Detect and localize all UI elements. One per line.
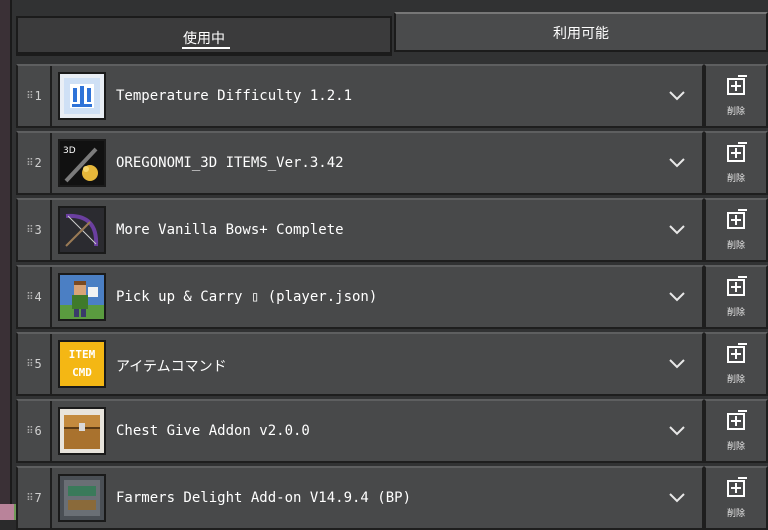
item-cmd-icon: ITEM CMD bbox=[58, 340, 106, 388]
list-item: ⠿ 5 ITEM CMD アイテムコマンド 削除 bbox=[16, 332, 768, 396]
drag-handle[interactable]: ⠿ 6 bbox=[18, 401, 52, 461]
pack-title: More Vanilla Bows+ Complete bbox=[116, 222, 344, 238]
drag-dots-icon: ⠿ bbox=[26, 358, 33, 370]
remove-label: 削除 bbox=[726, 375, 745, 385]
pack-row[interactable]: ⠿ 2 3D OREGONOMI_3D ITEMS_Ver.3.42 bbox=[16, 131, 704, 195]
drag-dots-icon: ⠿ bbox=[26, 90, 33, 102]
drag-handle[interactable]: ⠿ 3 bbox=[18, 200, 52, 260]
tab-available-label: 利用可能 bbox=[553, 26, 609, 42]
remove-button[interactable]: 削除 bbox=[704, 332, 768, 396]
remove-icon bbox=[727, 209, 747, 229]
chevron-down-icon[interactable] bbox=[668, 287, 686, 305]
drag-handle[interactable]: ⠿ 5 bbox=[18, 334, 52, 394]
remove-label: 削除 bbox=[726, 509, 745, 519]
pack-index: 2 bbox=[34, 156, 42, 170]
drag-handle[interactable]: ⠿ 7 bbox=[18, 468, 52, 528]
drag-dots-icon: ⠿ bbox=[26, 224, 33, 236]
bow-icon bbox=[58, 206, 106, 254]
pack-row[interactable]: ⠿ 7 Farmers Delight Add-on V14.9.4 (BP) bbox=[16, 466, 704, 530]
chevron-down-icon[interactable] bbox=[668, 220, 686, 238]
drag-dots-icon: ⠿ bbox=[26, 291, 33, 303]
chevron-down-icon[interactable] bbox=[668, 488, 686, 506]
tab-underline bbox=[182, 47, 230, 49]
pack-title: Pick up & Carry ▯ (player.json) bbox=[116, 289, 378, 305]
remove-label: 削除 bbox=[726, 174, 745, 184]
sword-icon: 3D bbox=[58, 139, 106, 187]
drag-handle[interactable]: ⠿ 1 bbox=[18, 66, 52, 126]
list-item: ⠿ 1 Temperature Difficulty 1.2.1 削除 bbox=[16, 64, 768, 128]
remove-button[interactable]: 削除 bbox=[704, 265, 768, 329]
chevron-down-icon[interactable] bbox=[668, 421, 686, 439]
pack-index: 5 bbox=[34, 357, 42, 371]
drag-handle[interactable]: ⠿ 4 bbox=[18, 267, 52, 327]
remove-label: 削除 bbox=[726, 107, 745, 117]
remove-icon bbox=[727, 343, 747, 363]
tab-available[interactable]: 利用可能 bbox=[394, 12, 768, 52]
remove-button[interactable]: 削除 bbox=[704, 466, 768, 530]
pack-row[interactable]: ⠿ 4 Pick up & Carry ▯ (player.json) bbox=[16, 265, 704, 329]
list-item: ⠿ 6 Chest Give Addon v2.0.0 削除 bbox=[16, 399, 768, 463]
remove-button[interactable]: 削除 bbox=[704, 198, 768, 262]
drag-dots-icon: ⠿ bbox=[26, 157, 33, 169]
pack-row[interactable]: ⠿ 6 Chest Give Addon v2.0.0 bbox=[16, 399, 704, 463]
remove-label: 削除 bbox=[726, 308, 745, 318]
list-item: ⠿ 2 3D OREGONOMI_3D ITEMS_Ver.3.42 削除 bbox=[16, 131, 768, 195]
remove-button[interactable]: 削除 bbox=[704, 399, 768, 463]
pack-index: 6 bbox=[34, 424, 42, 438]
farm-icon bbox=[58, 474, 106, 522]
pack-index: 4 bbox=[34, 290, 42, 304]
remove-label: 削除 bbox=[726, 442, 745, 452]
pack-title: OREGONOMI_3D ITEMS_Ver.3.42 bbox=[116, 155, 344, 171]
remove-icon bbox=[727, 410, 747, 430]
chest-icon bbox=[58, 407, 106, 455]
remove-label: 削除 bbox=[726, 241, 745, 251]
drag-dots-icon: ⠿ bbox=[26, 492, 33, 504]
drag-dots-icon: ⠿ bbox=[26, 425, 33, 437]
remove-icon bbox=[727, 142, 747, 162]
chevron-down-icon[interactable] bbox=[668, 354, 686, 372]
tab-in-use[interactable]: 使用中 bbox=[16, 16, 392, 56]
pack-index: 3 bbox=[34, 223, 42, 237]
pack-row[interactable]: ⠿ 3 More Vanilla Bows+ Complete bbox=[16, 198, 704, 262]
chevron-down-icon[interactable] bbox=[668, 86, 686, 104]
tab-in-use-label: 使用中 bbox=[183, 31, 225, 47]
remove-button[interactable]: 削除 bbox=[704, 64, 768, 128]
list-item: ⠿ 7 Farmers Delight Add-on V14.9.4 (BP) … bbox=[16, 466, 768, 530]
thumb-badge-line2: CMD bbox=[72, 366, 92, 379]
pack-index: 7 bbox=[34, 491, 42, 505]
character-icon bbox=[58, 273, 106, 321]
temperature-icon bbox=[58, 72, 106, 120]
pack-row[interactable]: ⠿ 1 Temperature Difficulty 1.2.1 bbox=[16, 64, 704, 128]
pack-title: Chest Give Addon v2.0.0 bbox=[116, 423, 310, 439]
remove-icon bbox=[727, 477, 747, 497]
pack-title: Temperature Difficulty 1.2.1 bbox=[116, 88, 353, 104]
pack-title: アイテムコマンド bbox=[116, 359, 227, 375]
list-item: ⠿ 3 More Vanilla Bows+ Complete 削除 bbox=[16, 198, 768, 262]
pack-index: 1 bbox=[34, 89, 42, 103]
thumb-badge-line1: ITEM bbox=[68, 348, 96, 361]
drag-handle[interactable]: ⠿ 2 bbox=[18, 133, 52, 193]
thumb-badge: 3D bbox=[63, 146, 76, 156]
pack-row[interactable]: ⠿ 5 ITEM CMD アイテムコマンド bbox=[16, 332, 704, 396]
list-item: ⠿ 4 Pick up & Carry ▯ (player.json) 削除 bbox=[16, 265, 768, 329]
pack-tabs: 使用中 利用可能 bbox=[16, 10, 768, 58]
pack-title: Farmers Delight Add-on V14.9.4 (BP) bbox=[116, 490, 412, 506]
remove-icon bbox=[727, 276, 747, 296]
chevron-down-icon[interactable] bbox=[668, 153, 686, 171]
remove-button[interactable]: 削除 bbox=[704, 131, 768, 195]
remove-icon bbox=[727, 75, 747, 95]
